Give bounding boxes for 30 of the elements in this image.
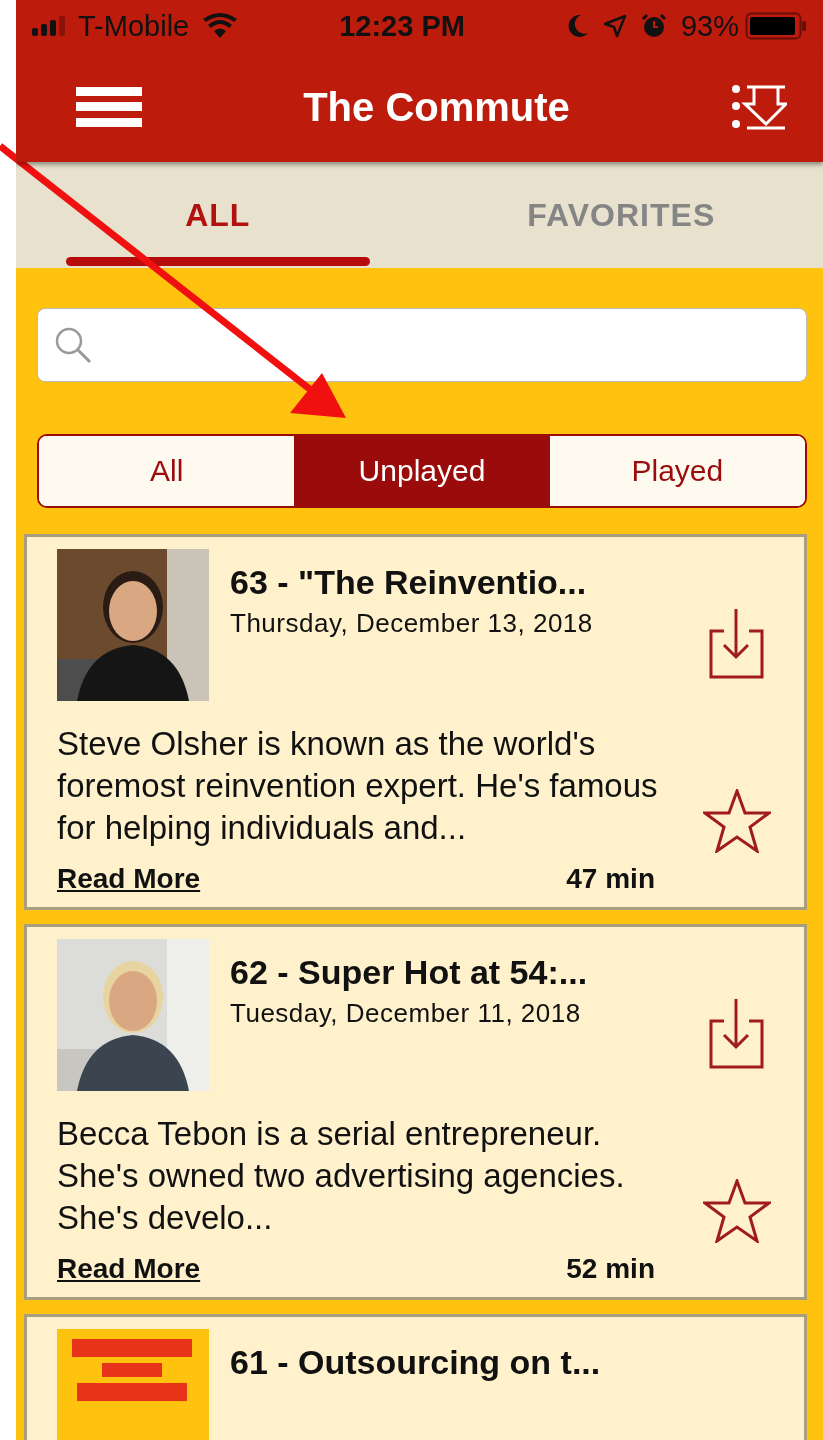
download-icon[interactable] <box>709 999 765 1069</box>
download-list-button[interactable] <box>731 84 787 130</box>
filter-segment[interactable]: Unplayed <box>294 436 550 506</box>
episode-duration: 52 min <box>566 1253 655 1285</box>
battery-percent: 93% <box>680 9 739 43</box>
app-title: The Commute <box>303 84 570 130</box>
battery-icon <box>745 12 807 40</box>
episode-date: Thursday, December 13, 2018 <box>230 608 593 639</box>
search-field[interactable] <box>37 308 807 382</box>
episode-date: Tuesday, December 11, 2018 <box>230 998 582 1029</box>
star-icon[interactable] <box>703 1179 771 1243</box>
episode-title: 61 - Outsourcing on t... <box>230 1343 601 1382</box>
menu-button[interactable] <box>76 87 142 127</box>
episode-title: 62 - Super Hot at 54:... <box>230 953 588 992</box>
episode-description: Becca Tebon is a serial entrepreneur. She's owned two advertising agencies. She's develo... <box>57 1114 626 1238</box>
moon-icon <box>566 14 589 38</box>
star-icon[interactable] <box>703 789 771 853</box>
carrier: T-Mobile <box>78 9 190 43</box>
alarm-icon <box>640 13 667 39</box>
episode-description: Steve Olsher is known as the world's foremost reinvention expert. He's famous for helping individuals and... <box>57 724 659 848</box>
episode-title: 63 - "The Reinventio... <box>230 563 588 602</box>
search-icon <box>54 326 92 364</box>
download-icon[interactable] <box>709 609 765 679</box>
wifi-icon <box>203 13 238 39</box>
clock-time: 12:23 PM <box>339 9 465 43</box>
tab[interactable]: ALL <box>16 162 420 268</box>
read-more-link[interactable]: Read More <box>57 1253 201 1285</box>
location-icon <box>602 14 627 38</box>
read-more-link[interactable]: Read More <box>57 863 201 895</box>
episode-duration: 47 min <box>566 863 655 895</box>
